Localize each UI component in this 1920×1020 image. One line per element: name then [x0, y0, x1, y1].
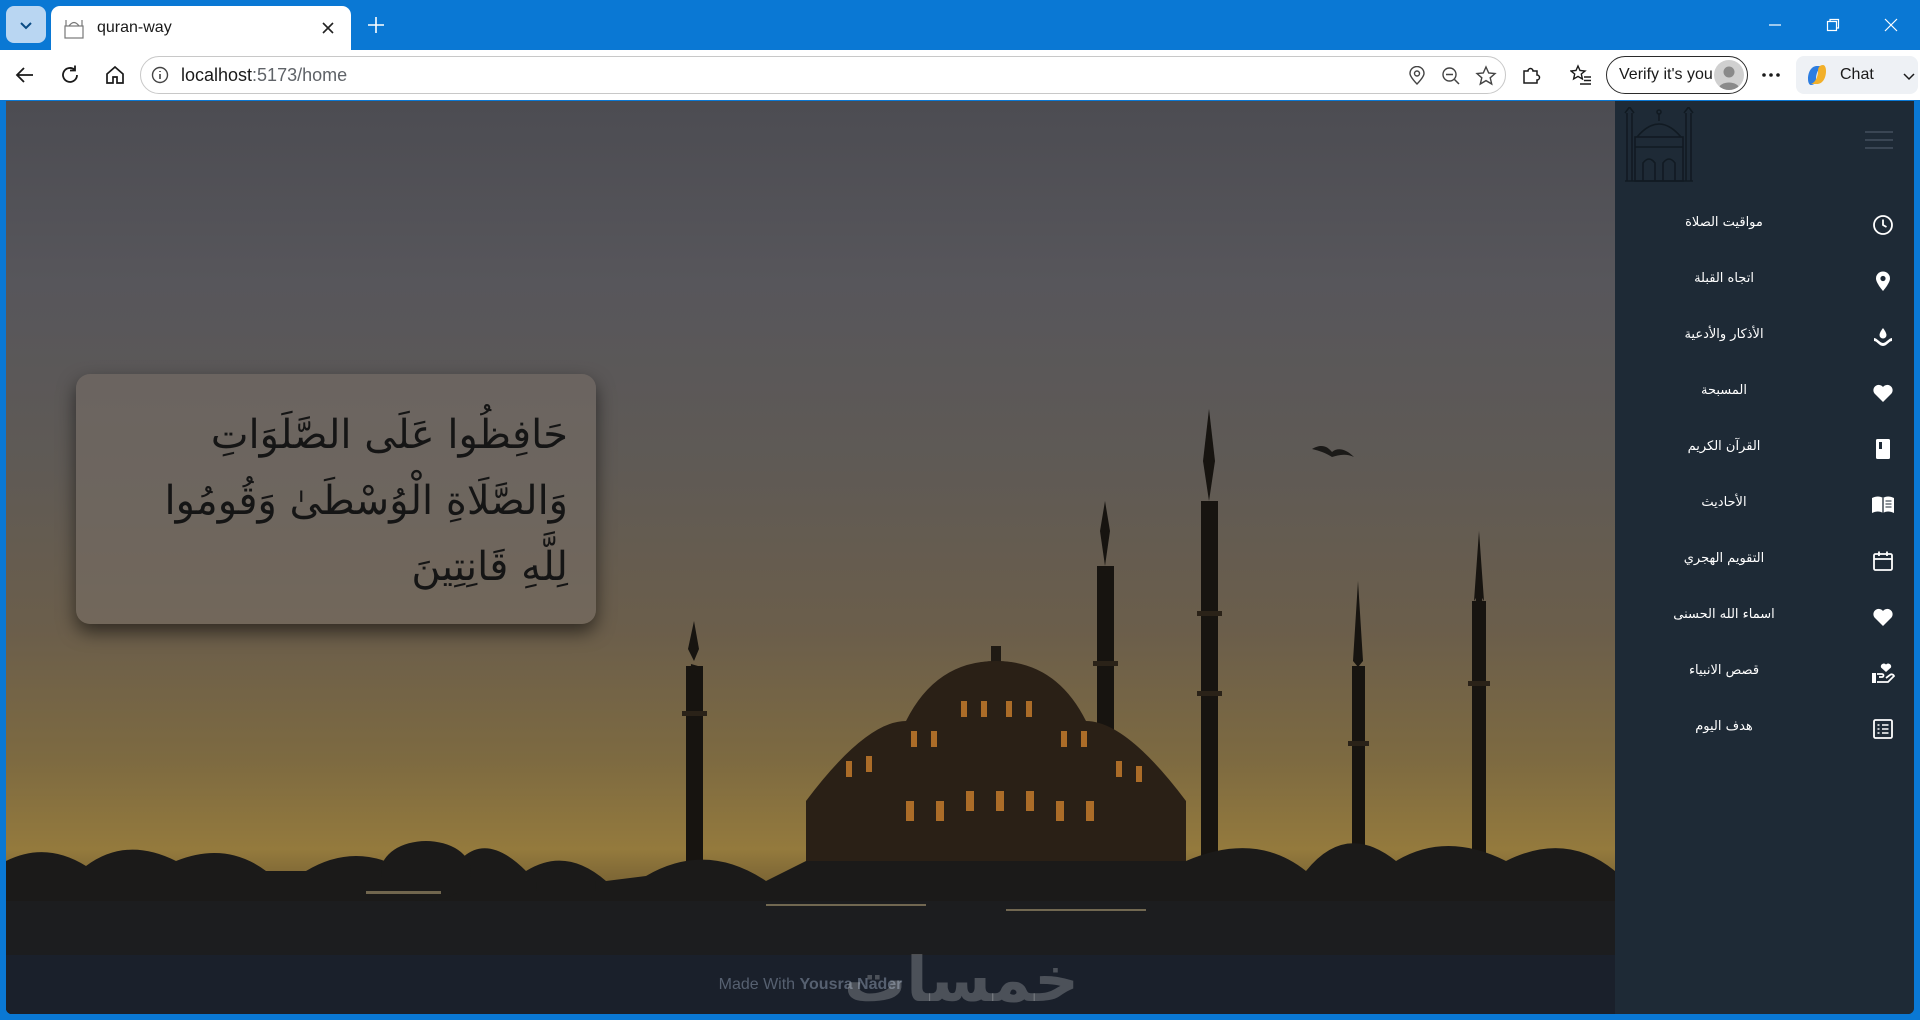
new-tab-plus-icon[interactable]	[362, 11, 390, 39]
avatar	[1714, 60, 1744, 90]
tab-title: quran-way	[97, 19, 172, 36]
verify-profile-button[interactable]: Verify it's you	[1606, 56, 1748, 94]
browser-tab-bar: quran-way	[0, 0, 1920, 50]
sidebar-item-label: هدف اليوم	[1695, 719, 1753, 734]
close-window-icon[interactable]	[1876, 12, 1906, 38]
restore-icon[interactable]	[1818, 12, 1848, 38]
sidebar-item-daily-goal[interactable]: هدف اليوم	[1615, 703, 1914, 759]
sidebar-item-label: مواقيت الصلاة	[1685, 215, 1763, 230]
clock-icon	[1871, 213, 1895, 237]
sidebar-item-label: اتجاه القبلة	[1694, 271, 1754, 286]
location-pin-icon	[1871, 269, 1895, 293]
sidebar-item-label: المسبحة	[1701, 383, 1747, 398]
chevron-down-icon	[20, 21, 32, 29]
sidebar-item-asma-allah[interactable]: اسماء الله الحسنى	[1615, 591, 1914, 647]
sidebar-item-label: قصص الانبياء	[1688, 663, 1760, 678]
checklist-icon	[1871, 717, 1895, 741]
book-icon	[1871, 437, 1895, 461]
sidebar-item-prophets-stories[interactable]: قصص الانبياء	[1615, 647, 1914, 703]
footer-prefix: Made With	[718, 975, 796, 993]
hand-drop-icon	[1871, 325, 1895, 349]
more-options-icon[interactable]	[1758, 62, 1784, 88]
verse-line: حَافِظُوا عَلَى الصَّلَوَاتِ	[210, 412, 568, 458]
sidebar-item-label: الأذكار والأدعية	[1684, 327, 1764, 342]
sidebar-item-quran[interactable]: القرآن الكريم	[1615, 423, 1914, 479]
calendar-icon	[1871, 549, 1895, 573]
sidebar-item-tasbih[interactable]: المسبحة	[1615, 367, 1914, 423]
mosque-logo-icon[interactable]	[1623, 107, 1695, 183]
sidebar-item-label: اسماء الله الحسنى	[1673, 607, 1775, 622]
sidebar-item-prayer-times[interactable]: مواقيت الصلاة	[1615, 199, 1914, 255]
sidebar-nav: مواقيت الصلاة اتجاه القبلة الأذكار والأد…	[1615, 199, 1914, 759]
sidebar-item-qibla[interactable]: اتجاه القبلة	[1615, 255, 1914, 311]
sidebar-item-label: التقويم الهجري	[1683, 551, 1765, 566]
favorites-list-icon[interactable]	[1568, 62, 1594, 88]
sidebar: مواقيت الصلاة اتجاه القبلة الأذكار والأد…	[1615, 101, 1914, 1014]
browser-tab[interactable]: quran-way	[51, 6, 351, 50]
sidebar-item-label: القرآن الكريم	[1687, 439, 1761, 454]
copilot-chat-button[interactable]: Chat	[1796, 56, 1918, 94]
watermark-logo: خمسات	[844, 943, 1080, 1014]
sidebar-item-adhkar[interactable]: الأذكار والأدعية	[1615, 311, 1914, 367]
home-icon[interactable]	[102, 62, 128, 88]
sidebar-item-label: الأحاديث	[1701, 495, 1747, 510]
favorite-star-icon[interactable]	[1475, 65, 1497, 87]
chat-label: Chat	[1840, 66, 1874, 83]
verse-card: حَافِظُوا عَلَى الصَّلَوَاتِ وَالصَّلَاة…	[76, 374, 596, 624]
extensions-puzzle-icon[interactable]	[1518, 62, 1544, 88]
reload-icon[interactable]	[57, 62, 83, 88]
tab-list-button[interactable]	[6, 6, 46, 43]
open-book-icon	[1871, 493, 1895, 517]
hero-background: حَافِظُوا عَلَى الصَّلَوَاتِ وَالصَّلَاة…	[6, 101, 1615, 1014]
address-bar[interactable]: localhost:5173/home	[140, 56, 1506, 94]
quran-verse: حَافِظُوا عَلَى الصَّلَوَاتِ وَالصَّلَاة…	[104, 402, 569, 600]
sidebar-item-hadith[interactable]: الأحاديث	[1615, 479, 1914, 535]
verify-label: Verify it's you	[1619, 66, 1713, 83]
hamburger-menu-icon[interactable]	[1865, 131, 1893, 151]
tab-close-icon[interactable]	[315, 15, 341, 41]
address-url: localhost:5173/home	[181, 65, 348, 85]
site-info-icon[interactable]	[151, 66, 169, 84]
chevron-down-icon[interactable]	[1902, 69, 1916, 83]
mosque-favicon-icon	[64, 20, 84, 39]
heart-icon	[1871, 381, 1895, 405]
sidebar-item-hijri-calendar[interactable]: التقويم الهجري	[1615, 535, 1914, 591]
browser-toolbar: localhost:5173/home Verify it's you Chat	[0, 50, 1920, 100]
zoom-out-icon[interactable]	[1441, 66, 1461, 86]
verse-line: وَالصَّلَاةِ الْوُسْطَىٰ وَقُومُوا	[164, 478, 569, 524]
hand-heart-icon	[1871, 661, 1895, 685]
verse-line: لِلَّهِ قَانِتِينَ	[411, 544, 568, 590]
location-icon[interactable]	[1407, 66, 1427, 86]
page-footer: Made With Yousra Nader	[6, 955, 1615, 1014]
copilot-icon	[1808, 65, 1826, 85]
minimize-icon[interactable]	[1760, 12, 1790, 38]
back-arrow-icon[interactable]	[12, 62, 38, 88]
heart-icon	[1871, 605, 1895, 629]
page-viewport: حَافِظُوا عَلَى الصَّلَوَاتِ وَالصَّلَاة…	[6, 101, 1914, 1014]
